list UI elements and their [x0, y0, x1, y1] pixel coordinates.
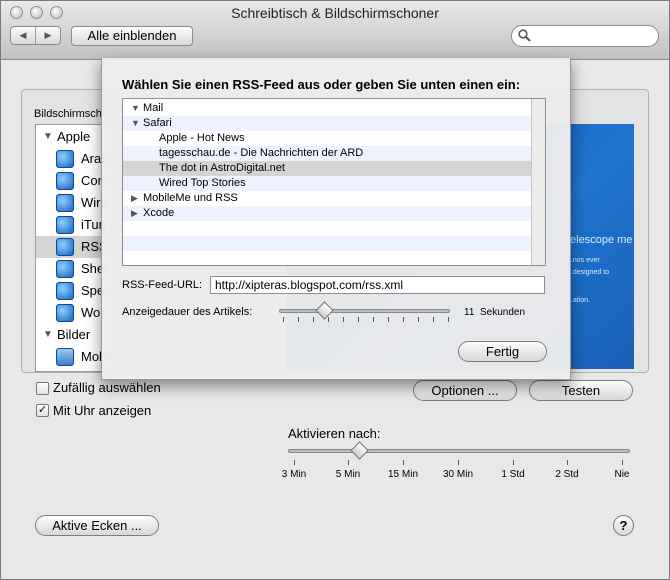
rss-url-field[interactable]: http://xipteras.blogspot.com/rss.xml	[210, 276, 545, 294]
tick-label: 5 Min	[335, 469, 361, 480]
duration-tick-mark	[328, 317, 329, 322]
disclosure-open-icon: ▼	[131, 118, 140, 128]
duration-tick-mark	[373, 317, 374, 322]
tick-mark	[294, 460, 295, 465]
sheet-title: Wählen Sie einen RSS-Feed aus oder geben…	[122, 77, 521, 92]
duration-tick-mark	[418, 317, 419, 322]
title-bar: Schreibtisch & Bildschirmschoner ◀ ▶ All…	[1, 1, 669, 60]
tick-mark	[513, 460, 514, 465]
screensaver-icon	[56, 150, 74, 168]
disclosure-open-icon: ▼	[43, 131, 53, 142]
hot-corners-button[interactable]: Aktive Ecken ...	[35, 515, 159, 536]
feed-group-mobileme[interactable]: ▶ MobileMe und RSS	[123, 191, 531, 206]
feed-item[interactable]: Wired Top Stories	[123, 176, 531, 191]
disclosure-closed-icon: ▶	[131, 193, 138, 203]
checkmark-icon: ✓	[37, 404, 48, 416]
clock-label: Mit Uhr anzeigen	[53, 403, 152, 418]
empty-row	[123, 221, 531, 236]
preview-text: ...nos ever	[567, 257, 600, 264]
disclosure-open-icon: ▼	[131, 103, 140, 113]
tick-mark	[403, 460, 404, 465]
test-button[interactable]: Testen	[529, 380, 633, 401]
tick-mark	[458, 460, 459, 465]
screensaver-icon	[56, 304, 74, 322]
tick-label: Nie	[614, 469, 630, 480]
random-checkbox[interactable]	[36, 382, 49, 395]
done-button[interactable]: Fertig	[458, 341, 547, 362]
feed-group-mail[interactable]: ▼ Mail	[123, 101, 531, 116]
feed-list[interactable]: ▼ Mail ▼ Safari Apple - Hot News tagesscha…	[122, 98, 546, 266]
feed-item-selected[interactable]: The dot in AstroDigital.net	[123, 161, 531, 176]
duration-tick-mark	[403, 317, 404, 322]
feed-item[interactable]: tagesschau.de - Die Nachrichten der ARD	[123, 146, 531, 161]
empty-row	[123, 236, 531, 251]
duration-tick-mark	[298, 317, 299, 322]
tick-label: 1 Std	[501, 469, 525, 480]
feed-item[interactable]: Apple - Hot News	[123, 131, 531, 146]
activate-slider-track[interactable]	[288, 449, 630, 453]
screensaver-icon	[56, 282, 74, 300]
duration-slider-track[interactable]	[279, 309, 450, 313]
tick-label: 30 Min	[442, 469, 474, 480]
duration-tick-mark	[433, 317, 434, 322]
forward-icon[interactable]: ▶	[35, 27, 60, 44]
help-button[interactable]: ?	[613, 515, 634, 536]
tick-label: 3 Min	[281, 469, 307, 480]
options-button[interactable]: Optionen ...	[413, 380, 517, 401]
duration-value: 11	[464, 307, 475, 318]
screensaver-icon	[56, 260, 74, 278]
activate-slider-thumb[interactable]	[350, 441, 369, 460]
feed-group-safari[interactable]: ▼ Safari	[123, 116, 531, 131]
duration-tick-mark	[283, 317, 284, 322]
duration-tick-mark	[343, 317, 344, 322]
screensaver-icon	[56, 216, 74, 234]
back-icon[interactable]: ◀	[11, 27, 35, 44]
preferences-window: Schreibtisch & Bildschirmschoner ◀ ▶ All…	[0, 0, 670, 580]
duration-tick-mark	[358, 317, 359, 322]
clock-checkbox[interactable]: ✓	[36, 404, 49, 417]
preview-text: telescope me	[567, 234, 633, 246]
window-title: Schreibtisch & Bildschirmschoner	[231, 5, 439, 21]
photo-icon	[56, 348, 74, 366]
duration-tick-mark	[388, 317, 389, 322]
tick-mark	[567, 460, 568, 465]
feed-list-scrollbar[interactable]	[531, 99, 545, 265]
screensaver-icon	[56, 194, 74, 212]
feed-group-xcode[interactable]: ▶ Xcode	[123, 206, 531, 221]
screensaver-icon	[56, 172, 74, 190]
duration-label: Anzeigedauer des Artikels:	[122, 306, 253, 318]
tick-label: 2 Std	[555, 469, 579, 480]
search-field[interactable]	[511, 25, 659, 47]
rss-url-label: RSS-Feed-URL:	[122, 279, 203, 291]
random-label: Zufällig auswählen	[53, 380, 161, 395]
back-forward-control: ◀ ▶	[10, 26, 61, 45]
duration-tick-mark	[313, 317, 314, 322]
show-all-button[interactable]: Alle einblenden	[71, 26, 193, 46]
activate-label: Aktivieren nach:	[288, 426, 381, 441]
preview-text: ...designed to	[567, 269, 610, 276]
screensavers-label: Bildschirmsch	[34, 108, 102, 120]
duration-unit: Sekunden	[480, 307, 526, 318]
disclosure-open-icon: ▼	[43, 329, 53, 340]
tick-mark	[348, 460, 349, 465]
disclosure-closed-icon: ▶	[131, 208, 138, 218]
duration-tick-mark	[448, 317, 449, 322]
screensaver-icon	[56, 238, 74, 256]
empty-row	[123, 251, 531, 265]
search-icon	[518, 29, 531, 42]
tick-label: 15 Min	[387, 469, 419, 480]
tick-mark	[622, 460, 623, 465]
